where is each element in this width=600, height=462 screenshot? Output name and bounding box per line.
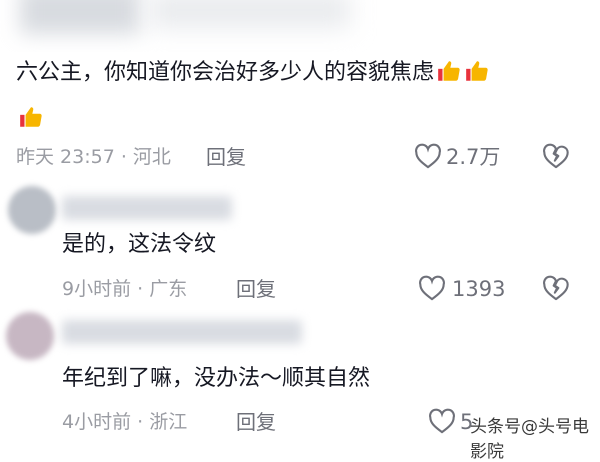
thumbs-up-icon [466,61,488,81]
username-blurred[interactable] [62,320,302,344]
comment-text: 年纪到了嘛，没办法～顺其自然 [62,366,371,391]
like-count: 1393 [452,277,506,301]
broken-heart-icon[interactable] [542,275,570,301]
comment-text: 六公主，你知道你会治好多少人的容貌焦虑 [16,58,596,88]
comment-meta: 昨天 23:57 · 河北 [16,146,171,168]
watermark: 头条号@头号电影院 [470,417,589,462]
like-count: 2.7万 [446,145,501,169]
heart-icon[interactable] [418,275,446,301]
heart-icon[interactable] [428,408,456,434]
comment-meta: 9小时前 · 广东 [62,278,188,300]
broken-heart-icon[interactable] [542,143,570,169]
thumbs-up-icon [438,61,460,81]
blurred-header [0,0,600,52]
avatar[interactable] [8,186,56,234]
comment-meta: 4小时前 · 浙江 [62,411,188,433]
reply-button[interactable]: 回复 [236,277,276,301]
reply-button[interactable]: 回复 [206,145,246,169]
thumbs-up-icon [20,107,42,127]
username-blurred[interactable] [62,196,232,220]
heart-icon[interactable] [414,143,442,169]
reply-button[interactable]: 回复 [236,410,276,434]
comment-text: 是的，这法令纹 [62,232,217,257]
avatar[interactable] [6,312,54,360]
